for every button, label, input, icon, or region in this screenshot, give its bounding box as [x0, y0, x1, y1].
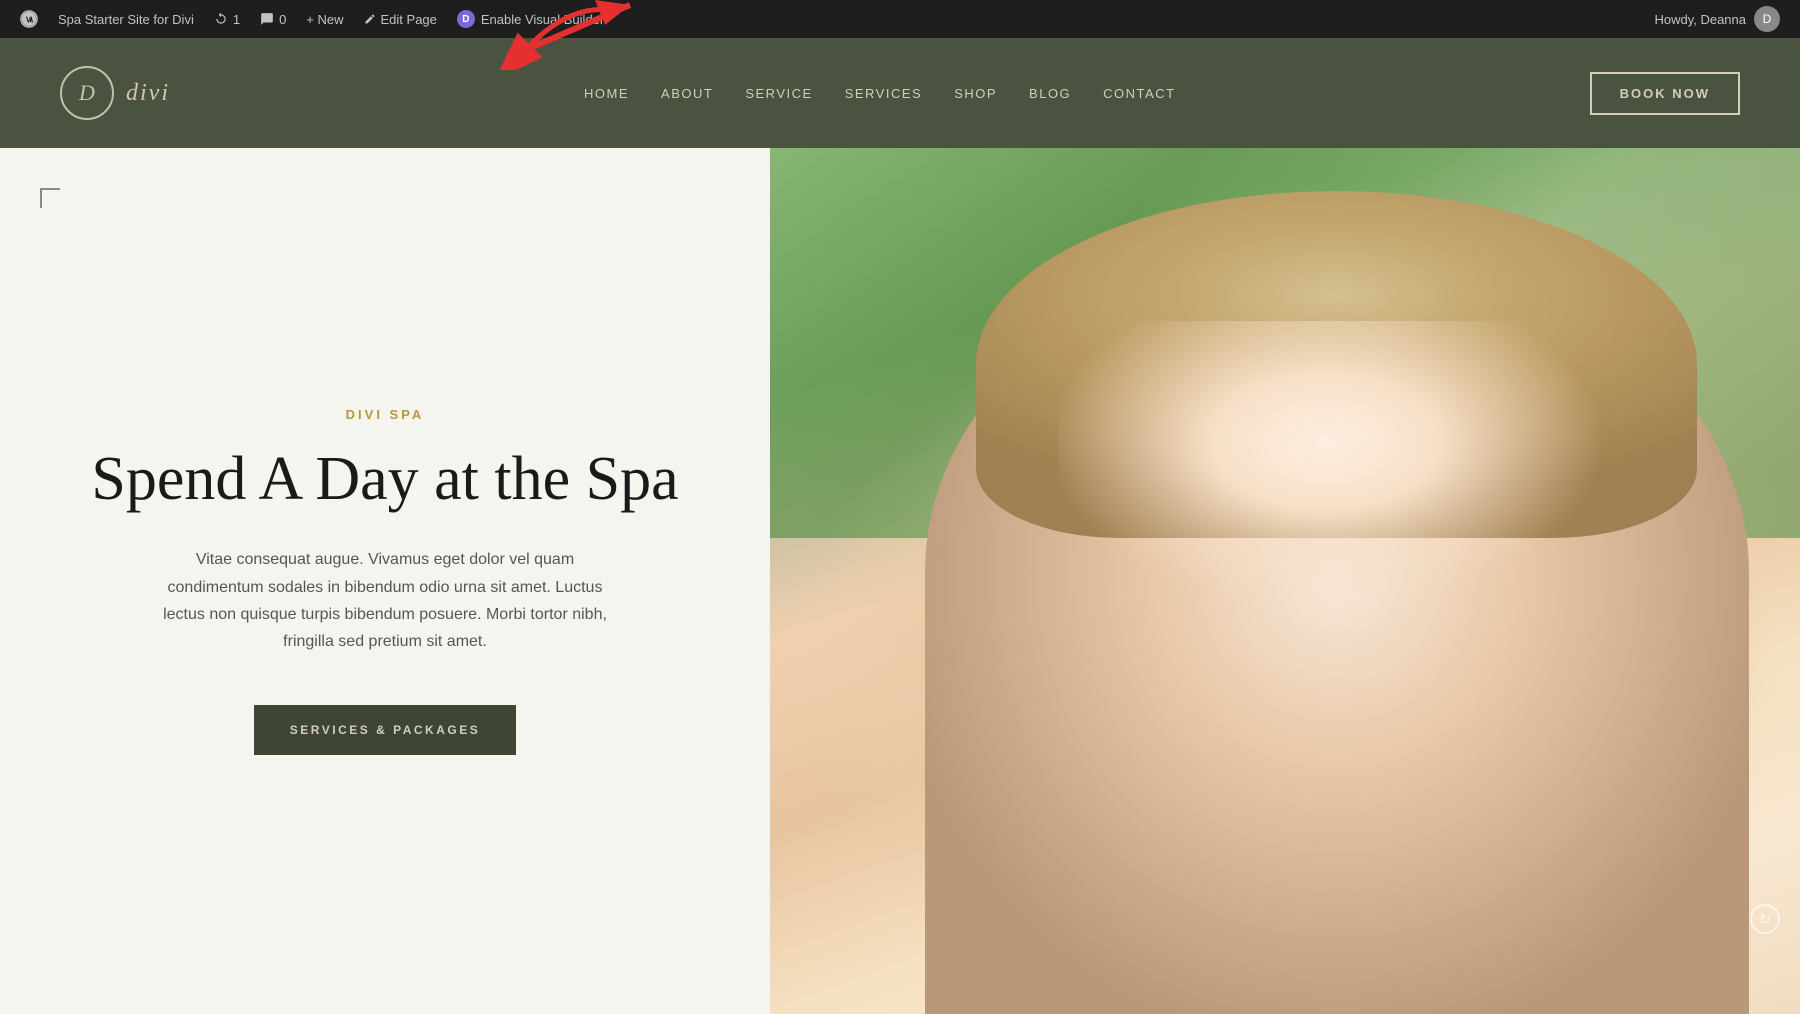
nav-contact[interactable]: CONTACT — [1103, 86, 1175, 101]
hero-section: DIVI SPA Spend A Day at the Spa Vitae co… — [0, 148, 1800, 1014]
nav-home[interactable]: HOME — [584, 86, 629, 101]
howdy-section[interactable]: Howdy, Deanna D — [1644, 6, 1790, 32]
main-nav: HOME ABOUT SERVICE SERVICES SHOP BLOG CO… — [584, 86, 1176, 101]
comments-button[interactable]: 0 — [250, 0, 296, 38]
hero-right-panel: ↻ — [770, 148, 1800, 1014]
site-logo[interactable]: D divi — [60, 66, 170, 120]
logo-text: divi — [126, 80, 170, 107]
scroll-indicator: ↻ — [1750, 904, 1780, 934]
nav-shop[interactable]: SHOP — [954, 86, 997, 101]
hero-subtitle: DIVI SPA — [346, 407, 425, 422]
hero-description: Vitae consequat augue. Vivamus eget dolo… — [155, 546, 615, 655]
site-header: D divi HOME ABOUT SERVICE SERVICES SHOP … — [0, 38, 1800, 148]
howdy-label: Howdy, Deanna — [1654, 12, 1746, 27]
nav-service[interactable]: SERVICE — [745, 86, 812, 101]
avatar: D — [1754, 6, 1780, 32]
site-name-button[interactable]: Spa Starter Site for Divi — [48, 0, 204, 38]
nav-services[interactable]: SERVICES — [845, 86, 923, 101]
site-name-label: Spa Starter Site for Divi — [58, 12, 194, 27]
enable-visual-builder-label: Enable Visual Builder — [481, 12, 604, 27]
logo-circle: D — [60, 66, 114, 120]
book-now-button[interactable]: BOOK NOW — [1590, 72, 1740, 115]
revisions-button[interactable]: 1 — [204, 0, 250, 38]
portrait-face-highlight — [1058, 321, 1614, 624]
hero-portrait — [770, 148, 1800, 1014]
hero-cta-button[interactable]: SERVICES & PACKAGES — [254, 705, 516, 755]
nav-blog[interactable]: BLOG — [1029, 86, 1071, 101]
new-label: + New — [306, 12, 343, 27]
hero-left-panel: DIVI SPA Spend A Day at the Spa Vitae co… — [0, 148, 770, 1014]
corner-bracket-decoration — [40, 188, 60, 208]
comments-count: 0 — [279, 12, 286, 27]
nav-about[interactable]: ABOUT — [661, 86, 713, 101]
hero-title: Spend A Day at the Spa — [91, 442, 678, 516]
divi-icon: D — [457, 10, 475, 28]
admin-bar: Spa Starter Site for Divi 1 0 + New Edit… — [0, 0, 1800, 38]
admin-bar-right: Howdy, Deanna D — [1644, 6, 1790, 32]
wp-logo-button[interactable] — [10, 0, 48, 38]
edit-page-button[interactable]: Edit Page — [354, 0, 447, 38]
enable-visual-builder-button[interactable]: D Enable Visual Builder — [447, 10, 614, 28]
edit-page-label: Edit Page — [381, 12, 437, 27]
new-button[interactable]: + New — [296, 0, 353, 38]
revisions-count: 1 — [233, 12, 240, 27]
